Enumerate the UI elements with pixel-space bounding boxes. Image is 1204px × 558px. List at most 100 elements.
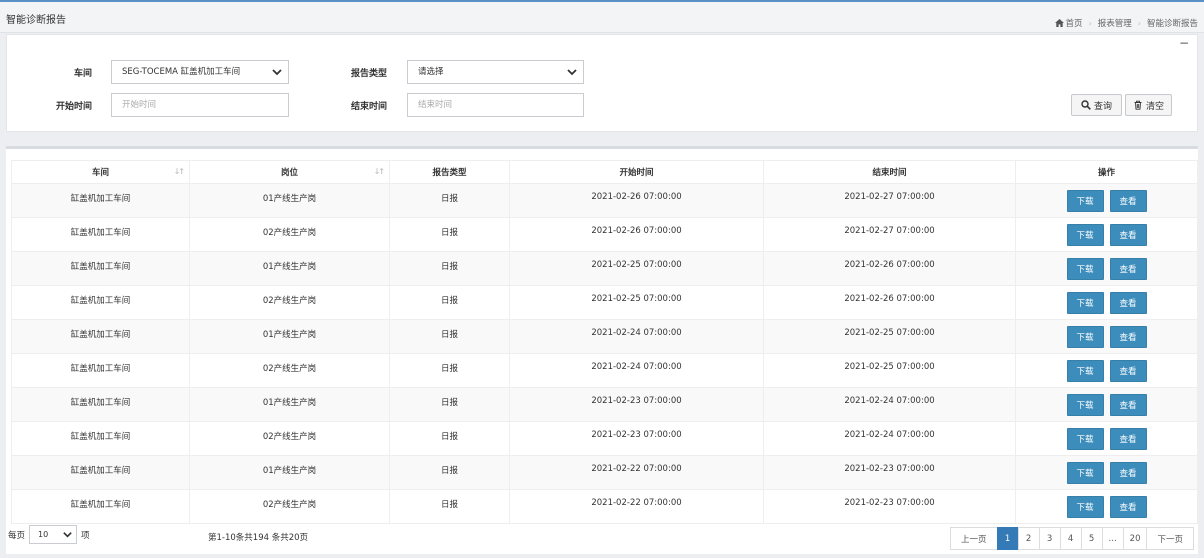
view-button[interactable]: 查看 (1109, 326, 1147, 348)
cell-position: 01产线生产岗 (189, 455, 390, 490)
cell-actions: 下载 查看 (1015, 217, 1198, 252)
report-type-select[interactable]: 请选择 (407, 60, 584, 84)
report-table: 车间 ↓↑ 岗位 ↓↑ 报告类型 开始时间 结束时间 操作 缸盖机加工车间 01产线生… (11, 160, 1198, 524)
download-button[interactable]: 下载 (1066, 190, 1104, 212)
cell-actions: 下载 查看 (1015, 353, 1198, 388)
cell-position: 02产线生产岗 (189, 285, 390, 320)
view-button[interactable]: 查看 (1109, 394, 1147, 416)
per-page-suffix: 项 (81, 530, 90, 541)
previous-page-button[interactable]: 上一页 (950, 527, 998, 550)
trash-icon (1134, 100, 1142, 110)
clear-button[interactable]: 清空 (1125, 94, 1172, 116)
breadcrumb-current: 智能诊断报告 (1146, 19, 1198, 29)
cell-position: 01产线生产岗 (189, 251, 390, 286)
query-button[interactable]: 查询 (1071, 94, 1122, 116)
top-bar: 智能诊断报告 首页 › 报表管理 › 智能诊断报告 (0, 0, 1204, 33)
page-button-2[interactable]: 2 (1017, 527, 1040, 550)
query-button-label: 查询 (1093, 101, 1112, 112)
cell-end-time: 2021-02-26 07:00:00 (763, 285, 1016, 320)
table-panel: 车间 ↓↑ 岗位 ↓↑ 报告类型 开始时间 结束时间 操作 缸盖机加工车间 01产线生… (6, 146, 1198, 554)
table-row: 缸盖机加工车间 02产线生产岗 日报 2021-02-25 07:00:00 2021-… (11, 285, 1198, 320)
chevron-down-icon (63, 532, 72, 538)
download-button[interactable]: 下载 (1066, 258, 1104, 280)
table-row: 缸盖机加工车间 01产线生产岗 日报 2021-02-23 07:00:00 2021-… (11, 387, 1198, 422)
collapse-icon[interactable]: − (1179, 37, 1189, 49)
cell-start-time: 2021-02-23 07:00:00 (509, 421, 764, 456)
view-button[interactable]: 查看 (1109, 496, 1147, 518)
cell-start-time: 2021-02-22 07:00:00 (509, 489, 764, 524)
cell-start-time: 2021-02-24 07:00:00 (509, 353, 764, 388)
table-row: 缸盖机加工车间 01产线生产岗 日报 2021-02-22 07:00:00 2021-… (11, 455, 1198, 490)
cell-position: 01产线生产岗 (189, 319, 390, 354)
workshop-select[interactable]: SEG-TOCEMA 缸盖机加工车间 (111, 60, 289, 84)
start-time-label: 开始时间 (55, 102, 92, 112)
cell-workshop: 缸盖机加工车间 (11, 421, 190, 456)
breadcrumb-separator: › (1088, 18, 1092, 28)
download-button[interactable]: 下载 (1066, 326, 1104, 348)
breadcrumb: 首页 › 报表管理 › 智能诊断报告 (1054, 17, 1198, 29)
cell-end-time: 2021-02-26 07:00:00 (763, 251, 1016, 286)
column-header-workshop[interactable]: 车间 ↓↑ (11, 160, 190, 184)
cell-start-time: 2021-02-25 07:00:00 (509, 285, 764, 320)
workshop-label: 车间 (73, 69, 92, 79)
table-row: 缸盖机加工车间 02产线生产岗 日报 2021-02-23 07:00:00 2021-… (11, 421, 1198, 456)
per-page-prefix: 每页 (8, 530, 26, 541)
cell-workshop: 缸盖机加工车间 (11, 285, 190, 320)
breadcrumb-home[interactable]: 首页 (1066, 17, 1083, 29)
breadcrumb-separator: › (1137, 18, 1141, 28)
download-button[interactable]: 下载 (1066, 360, 1104, 382)
cell-end-time: 2021-02-23 07:00:00 (763, 489, 1016, 524)
cell-start-time: 2021-02-24 07:00:00 (509, 319, 764, 354)
download-button[interactable]: 下载 (1066, 224, 1104, 246)
view-button[interactable]: 查看 (1109, 360, 1147, 382)
end-time-label: 结束时间 (350, 102, 387, 112)
start-time-input[interactable]: 开始时间 (111, 93, 289, 117)
report-type-label: 报告类型 (350, 69, 387, 79)
cell-position: 01产线生产岗 (189, 183, 390, 218)
cell-end-time: 2021-02-23 07:00:00 (763, 455, 1016, 490)
view-button[interactable]: 查看 (1109, 190, 1147, 212)
pagination-summary: 第1-10条共194 条共20页 (208, 533, 309, 543)
table-row: 缸盖机加工车间 01产线生产岗 日报 2021-02-24 07:00:00 2021-… (11, 319, 1198, 354)
cell-start-time: 2021-02-22 07:00:00 (509, 455, 764, 490)
cell-report-type: 日报 (389, 353, 510, 388)
page-size-value: 10 (38, 530, 49, 539)
page-button-5[interactable]: 5 (1080, 527, 1103, 550)
view-button[interactable]: 查看 (1109, 428, 1147, 450)
page-size-select[interactable]: 10 (29, 525, 78, 544)
cell-end-time: 2021-02-25 07:00:00 (763, 353, 1016, 388)
cell-workshop: 缸盖机加工车间 (11, 217, 190, 252)
breadcrumb-report-management[interactable]: 报表管理 (1098, 17, 1132, 29)
cell-actions: 下载 查看 (1015, 285, 1198, 320)
download-button[interactable]: 下载 (1066, 462, 1104, 484)
cell-report-type: 日报 (389, 183, 510, 218)
view-button[interactable]: 查看 (1109, 258, 1147, 280)
page-button-1[interactable]: 1 (996, 527, 1019, 550)
download-button[interactable]: 下载 (1066, 428, 1104, 450)
cell-end-time: 2021-02-25 07:00:00 (763, 319, 1016, 354)
page-button-3[interactable]: 3 (1038, 527, 1061, 550)
next-page-button[interactable]: 下一页 (1146, 527, 1194, 550)
column-header-position[interactable]: 岗位 ↓↑ (189, 160, 390, 184)
download-button[interactable]: 下载 (1066, 496, 1104, 518)
chevron-down-icon (567, 69, 577, 76)
cell-position: 02产线生产岗 (189, 353, 390, 388)
page-button-20[interactable]: 20 (1122, 527, 1148, 550)
cell-actions: 下载 查看 (1015, 421, 1198, 456)
view-button[interactable]: 查看 (1109, 224, 1147, 246)
view-button[interactable]: 查看 (1109, 292, 1147, 314)
download-button[interactable]: 下载 (1066, 292, 1104, 314)
end-time-input[interactable]: 结束时间 (407, 93, 584, 117)
table-row: 缸盖机加工车间 02产线生产岗 日报 2021-02-24 07:00:00 2021-… (11, 353, 1198, 388)
table-row: 缸盖机加工车间 01产线生产岗 日报 2021-02-25 07:00:00 2021-… (11, 251, 1198, 286)
cell-actions: 下载 查看 (1015, 183, 1198, 218)
cell-position: 02产线生产岗 (189, 489, 390, 524)
download-button[interactable]: 下载 (1066, 394, 1104, 416)
cell-workshop: 缸盖机加工车间 (11, 319, 190, 354)
cell-actions: 下载 查看 (1015, 251, 1198, 286)
column-header-actions: 操作 (1015, 160, 1198, 184)
search-icon (1081, 100, 1091, 110)
cell-actions: 下载 查看 (1015, 319, 1198, 354)
view-button[interactable]: 查看 (1109, 462, 1147, 484)
page-button-4[interactable]: 4 (1059, 527, 1082, 550)
